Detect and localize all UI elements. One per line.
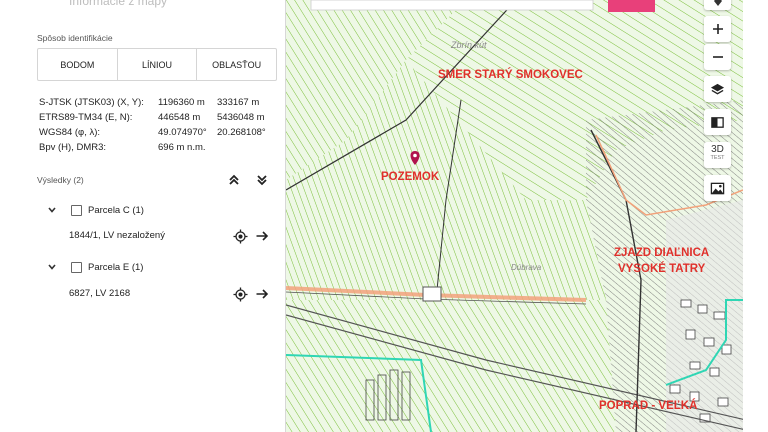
results-label: Výsledky (2) bbox=[37, 175, 84, 185]
coord-value-1: 446548 m bbox=[158, 112, 201, 123]
3d-test-button[interactable]: 3D TEST bbox=[704, 142, 731, 168]
label-zjazd-dialnica: ZJAZD DIAĽNICA bbox=[614, 247, 710, 259]
coord-label: WGS84 (φ, λ): bbox=[39, 127, 101, 138]
coord-value-1: 1196360 m bbox=[158, 97, 205, 108]
locate-icon[interactable] bbox=[231, 227, 249, 245]
mode-point-button[interactable]: BODOM bbox=[38, 49, 118, 80]
result-title: Parcela E (1) bbox=[88, 261, 144, 273]
3d-label: 3D bbox=[711, 144, 724, 155]
coord-value-2: 333167 m bbox=[217, 97, 260, 108]
toponym-label: Dúbrava bbox=[511, 263, 542, 272]
layers-icon bbox=[710, 83, 725, 94]
location-icon[interactable] bbox=[704, 0, 731, 10]
result-item-parcel-e: Parcela E (1) bbox=[45, 259, 143, 275]
map-photo-button[interactable] bbox=[704, 175, 731, 201]
result-checkbox[interactable] bbox=[71, 261, 82, 273]
test-label: TEST bbox=[710, 155, 725, 161]
chevron-down-icon[interactable] bbox=[45, 260, 59, 274]
coord-label: S-JTSK (JTSK03) (X, Y): bbox=[39, 97, 144, 108]
compare-button[interactable] bbox=[704, 109, 731, 135]
arrow-right-icon[interactable] bbox=[253, 285, 271, 303]
result-detail: 6827, LV 2168 bbox=[69, 288, 131, 299]
result-detail: 1844/1, LV nezaložený bbox=[69, 230, 165, 241]
mode-area-button[interactable]: OBLASŤOU bbox=[197, 49, 276, 80]
expand-all-icon[interactable] bbox=[253, 171, 271, 189]
locate-icon[interactable] bbox=[231, 285, 249, 303]
label-vysoke-tatry: VYSOKÉ TATRY bbox=[618, 263, 706, 275]
coord-value-2: 20.268108° bbox=[217, 127, 266, 138]
coord-value-1: 49.074970° bbox=[158, 127, 207, 138]
identification-mode-group: BODOM LÍNIOU OBLASŤOU bbox=[37, 48, 277, 81]
label-pozemok: POZEMOK bbox=[381, 171, 440, 183]
collapse-all-icon[interactable] bbox=[225, 171, 243, 189]
plus-icon bbox=[712, 24, 723, 34]
map-photo-icon bbox=[710, 182, 725, 194]
cadastral-map[interactable]: Zbrín kút Dúbrava SMER STARÝ SMOKOVEC PO… bbox=[286, 0, 743, 432]
minus-icon bbox=[712, 56, 723, 58]
result-item-parcel-c: Parcela C (1) bbox=[45, 202, 144, 218]
zoom-out-button[interactable] bbox=[704, 44, 731, 70]
right-margin bbox=[743, 0, 768, 432]
info-panel: Informácie z mapy Spôsob identifikácie B… bbox=[27, 0, 286, 432]
chevron-down-icon[interactable] bbox=[45, 203, 59, 217]
mode-line-button[interactable]: LÍNIOU bbox=[118, 49, 198, 80]
label-poprad-velka: POPRAD - VEĽKÁ bbox=[599, 400, 698, 412]
method-label: Spôsob identifikácie bbox=[37, 33, 113, 43]
toponym-label: Zbrín kút bbox=[450, 40, 487, 50]
result-checkbox[interactable] bbox=[71, 204, 82, 216]
coord-label: Bpv (H), DMR3: bbox=[39, 142, 107, 153]
label-smer-stary-smokovec: SMER STARÝ SMOKOVEC bbox=[438, 69, 583, 81]
result-title: Parcela C (1) bbox=[88, 204, 144, 216]
panel-title: Informácie z mapy bbox=[69, 0, 168, 8]
layers-button[interactable] bbox=[704, 76, 731, 102]
coord-value-2: 5436048 m bbox=[217, 112, 265, 123]
coord-label: ETRS89-TM34 (E, N): bbox=[39, 112, 133, 123]
coord-value-1: 696 m n.m. bbox=[158, 142, 206, 153]
compare-icon bbox=[711, 116, 724, 128]
arrow-right-icon[interactable] bbox=[253, 227, 271, 245]
map-canvas: Zbrín kút Dúbrava bbox=[286, 0, 743, 432]
zoom-in-button[interactable] bbox=[704, 16, 731, 42]
